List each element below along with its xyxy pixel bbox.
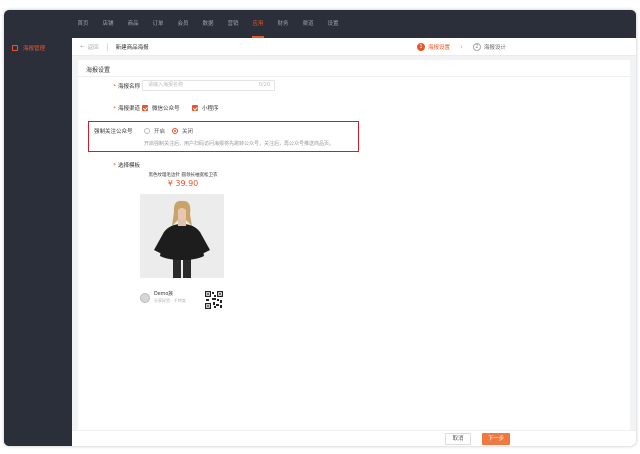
- section-title: 海报设置: [86, 67, 111, 74]
- content-area: ← 返回 新建商品海报 1 海报设置 › 2 海报设计 海报设置 * 海报名称 …: [72, 38, 636, 446]
- back-link[interactable]: ← 返回: [80, 43, 99, 51]
- follow-label: 强制关注公众号: [94, 129, 133, 135]
- header-divider: [106, 42, 108, 51]
- required-mark: *: [113, 163, 116, 169]
- page-title: 新建商品海报: [115, 44, 149, 51]
- poster-name-input[interactable]: 请输入海报名称 0/20: [142, 80, 275, 91]
- step-1: 1 海报设置: [417, 43, 450, 51]
- product-photo-image: [140, 194, 224, 278]
- follow-on-label: 开启: [154, 129, 166, 135]
- top-nav: 首页 店铺 商品 订单 会员 数据 营销 应用 财务 渠道 设置: [72, 10, 636, 38]
- nav-apps[interactable]: 应用: [247, 10, 269, 38]
- nav-settings[interactable]: 设置: [322, 10, 344, 38]
- step-1-label: 海报设置: [428, 45, 451, 51]
- qr-code-icon: [205, 291, 223, 309]
- sidebar-item-poster-management[interactable]: 海报管理: [4, 38, 72, 58]
- section-divider: [78, 76, 630, 77]
- follow-hint: 开启强制关注后，用户扫码访问海报将先跳转公众号，关注后，再公众号推送商品页。: [144, 141, 335, 147]
- channel-label: * 海报渠道: [113, 106, 140, 112]
- app-window: 首页 店铺 商品 订单 会员 数据 营销 应用 财务 渠道 设置 海报管理 ← …: [4, 10, 636, 446]
- document-icon: [12, 45, 18, 51]
- template-shop-info: Demo族 分享好货 · 千特卖: [140, 292, 186, 303]
- nav-orders[interactable]: 订单: [147, 10, 169, 38]
- step-1-number: 1: [417, 43, 425, 51]
- shop-text: Demo族 分享好货 · 千特卖: [154, 292, 186, 303]
- name-label: * 海报名称: [113, 84, 140, 90]
- nav-data[interactable]: 数据: [197, 10, 219, 38]
- footer-bar: 取消 下一步: [72, 430, 636, 446]
- page-header: ← 返回 新建商品海报 1 海报设置 › 2 海报设计: [72, 38, 636, 56]
- sidebar: 海报管理: [4, 38, 72, 446]
- channel-wechat-label: 微信公众号: [152, 106, 180, 112]
- template-price: ¥ 39.90: [167, 179, 199, 188]
- char-count: 0/20: [258, 82, 270, 88]
- required-mark: *: [113, 106, 116, 112]
- shop-subtitle: 分享好货 · 千特卖: [154, 298, 186, 303]
- radio-on-icon: [172, 128, 178, 134]
- follow-off-label: 关闭: [182, 129, 194, 135]
- channel-miniprogram-label: 小程序: [202, 106, 219, 112]
- nav-marketing[interactable]: 营销: [222, 10, 244, 38]
- poster-name-placeholder: 请输入海报名称: [148, 82, 184, 88]
- template-product-photo[interactable]: [140, 194, 224, 278]
- radio-off-icon: [144, 128, 150, 134]
- arrow-left-icon: ←: [80, 43, 85, 50]
- chevron-right-icon: ›: [460, 43, 463, 51]
- avatar: [140, 292, 150, 303]
- back-label: 返回: [87, 44, 99, 51]
- next-step-button[interactable]: 下一步: [482, 433, 510, 445]
- step-2-number: 2: [472, 43, 481, 51]
- template-label: * 选择模板: [113, 163, 140, 169]
- highlight-box: [88, 121, 359, 152]
- template-product-name: 黑色纹理毛边针 圆领长袖宽松卫衣: [148, 173, 218, 178]
- sidebar-item-label: 海报管理: [23, 46, 46, 52]
- nav-finance[interactable]: 财务: [272, 10, 294, 38]
- nav-channels[interactable]: 渠道: [297, 10, 319, 38]
- required-mark: *: [113, 84, 116, 90]
- cancel-button[interactable]: 取消: [445, 433, 471, 445]
- nav-products[interactable]: 商品: [122, 10, 144, 38]
- follow-off-radio[interactable]: 关闭: [172, 127, 193, 135]
- step-2: 2 海报设计: [472, 43, 506, 51]
- step-2-label: 海报设计: [483, 45, 506, 51]
- checkbox-checked-icon: [142, 105, 148, 111]
- step-indicator: 1 海报设置 › 2 海报设计: [417, 38, 506, 56]
- channel-wechat-checkbox[interactable]: 微信公众号: [142, 104, 180, 112]
- nav-home[interactable]: 首页: [72, 10, 94, 38]
- form-panel: 海报设置 * 海报名称 请输入海报名称 0/20 * 海报渠道 微信公众号 小程序: [78, 60, 630, 430]
- nav-members[interactable]: 会员: [172, 10, 194, 38]
- nav-store[interactable]: 店铺: [97, 10, 119, 38]
- channel-miniprogram-checkbox[interactable]: 小程序: [192, 104, 219, 112]
- checkbox-checked-icon: [192, 105, 198, 111]
- follow-on-radio[interactable]: 开启: [144, 127, 165, 135]
